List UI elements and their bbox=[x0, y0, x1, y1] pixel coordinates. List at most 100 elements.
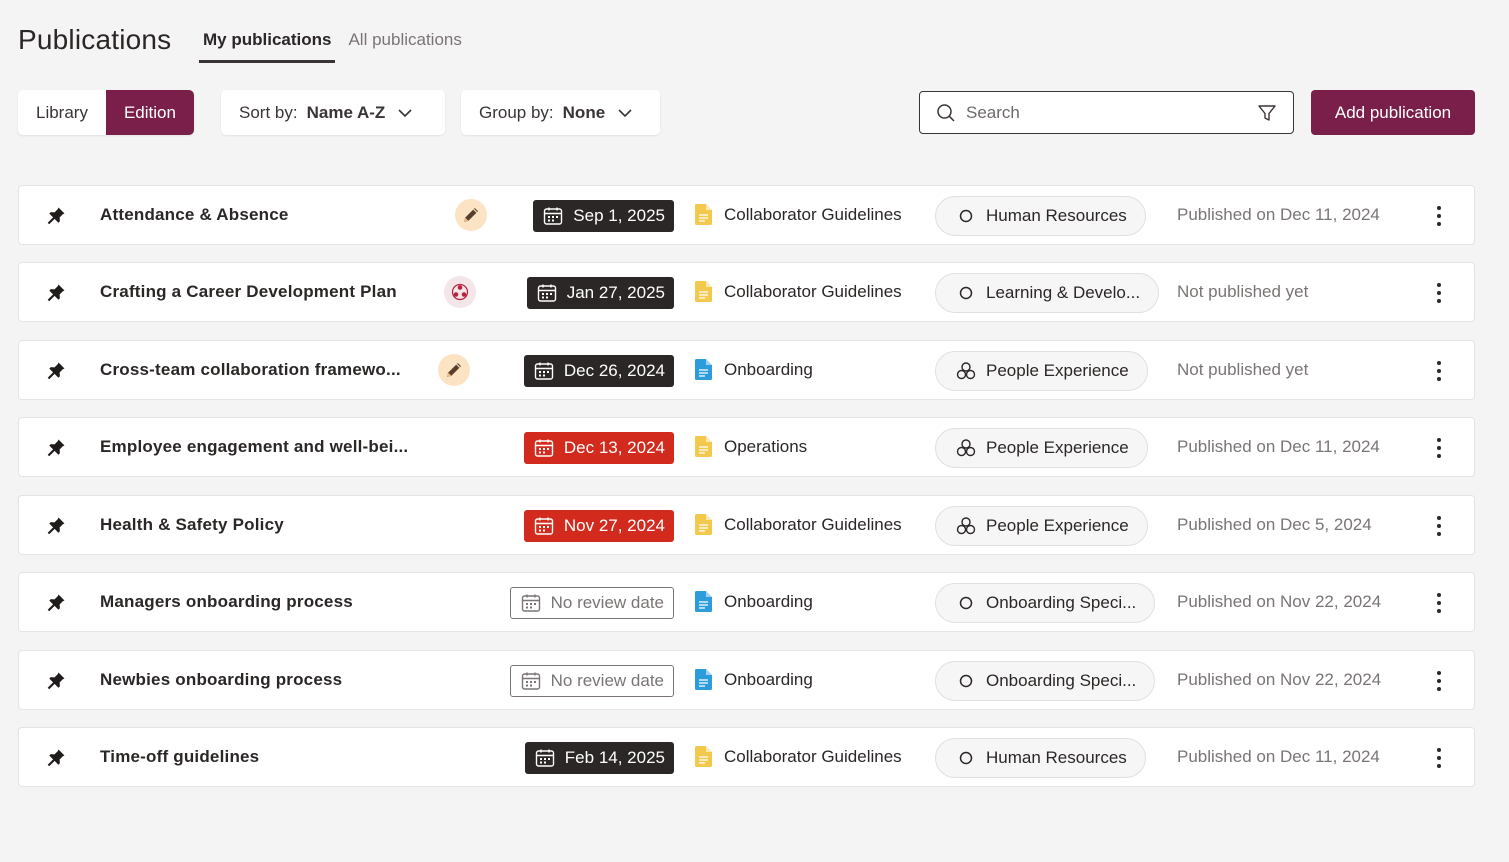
circle-icon bbox=[956, 283, 976, 303]
publication-status: Published on Nov 22, 2024 bbox=[1177, 670, 1382, 689]
audience-label: Human Resources bbox=[986, 748, 1127, 767]
people-icon bbox=[956, 516, 976, 536]
review-date: Jan 27, 2025 bbox=[566, 283, 665, 302]
document-icon bbox=[695, 746, 712, 767]
document-icon bbox=[695, 591, 712, 612]
pin-icon[interactable] bbox=[46, 748, 66, 768]
audience-chip[interactable]: Human Resources bbox=[935, 196, 1146, 236]
more-options-icon[interactable] bbox=[1426, 203, 1452, 229]
document-icon bbox=[695, 436, 712, 457]
publication-status: Not published yet bbox=[1177, 360, 1309, 379]
publication-title[interactable]: Attendance & Absence bbox=[100, 186, 289, 244]
review-date: Nov 27, 2024 bbox=[563, 516, 665, 535]
circle-icon bbox=[956, 748, 976, 768]
group-label: Group by: bbox=[479, 102, 554, 122]
more-options-icon[interactable] bbox=[1426, 358, 1452, 384]
publication-status: Published on Dec 11, 2024 bbox=[1177, 747, 1380, 766]
document-icon bbox=[695, 669, 712, 690]
page-title: Publications bbox=[18, 24, 172, 55]
pin-icon[interactable] bbox=[46, 206, 66, 226]
audience-chip[interactable]: People Experience bbox=[935, 351, 1148, 391]
group-value: None bbox=[562, 102, 606, 122]
more-options-icon[interactable] bbox=[1426, 590, 1452, 616]
filter-icon[interactable] bbox=[1257, 103, 1277, 123]
publication-status: Not published yet bbox=[1177, 282, 1309, 301]
more-options-icon[interactable] bbox=[1426, 513, 1452, 539]
review-date: No review date bbox=[550, 671, 664, 690]
pin-icon[interactable] bbox=[46, 593, 66, 613]
tab-all-publications[interactable]: All publications bbox=[344, 30, 465, 63]
table-row[interactable]: Time-off guidelines Feb 14, 2025 Collabora… bbox=[18, 727, 1475, 787]
calendar-icon bbox=[521, 671, 541, 691]
publication-title[interactable]: Cross-team collaboration framewo... bbox=[100, 341, 401, 399]
more-options-icon[interactable] bbox=[1426, 668, 1452, 694]
pin-icon[interactable] bbox=[46, 438, 66, 458]
circle-icon bbox=[956, 206, 976, 226]
calendar-icon bbox=[521, 593, 541, 613]
publication-title[interactable]: Time-off guidelines bbox=[100, 728, 259, 786]
audience-chip[interactable]: Human Resources bbox=[935, 738, 1146, 778]
table-row[interactable]: Employee engagement and well-bei... Dec 1… bbox=[18, 417, 1475, 477]
pencil-icon bbox=[438, 354, 470, 386]
sort-label: Sort by: bbox=[239, 102, 298, 122]
tab-my-publications[interactable]: My publications bbox=[199, 30, 336, 63]
publication-title[interactable]: Managers onboarding process bbox=[100, 573, 353, 631]
more-options-icon[interactable] bbox=[1426, 280, 1452, 306]
audience-chip[interactable]: People Experience bbox=[935, 428, 1148, 468]
add-publication-button[interactable]: Add publication bbox=[1311, 90, 1475, 135]
review-date-badge[interactable]: Jan 27, 2025 bbox=[526, 277, 674, 309]
collection-name: Collaborator Guidelines bbox=[724, 747, 902, 766]
audience-chip[interactable]: People Experience bbox=[935, 506, 1148, 546]
audience-chip[interactable]: Onboarding Speci... bbox=[935, 583, 1156, 623]
pin-icon[interactable] bbox=[46, 671, 66, 691]
review-date-badge[interactable]: Nov 27, 2024 bbox=[523, 510, 674, 542]
publication-title[interactable]: Crafting a Career Development Plan bbox=[100, 263, 397, 321]
review-date-badge[interactable]: Dec 26, 2024 bbox=[523, 355, 674, 387]
audience-label: Human Resources bbox=[986, 206, 1127, 225]
publication-status: Published on Nov 22, 2024 bbox=[1177, 592, 1382, 611]
collection-name: Collaborator Guidelines bbox=[724, 205, 902, 224]
table-row[interactable]: Crafting a Career Development Plan Jan 27… bbox=[18, 262, 1475, 322]
calendar-icon bbox=[543, 206, 563, 226]
audience-label: People Experience bbox=[986, 361, 1129, 380]
chevron-down-icon bbox=[618, 108, 632, 117]
collection-name: Onboarding bbox=[724, 360, 813, 379]
table-row[interactable]: Managers onboarding process No review dat… bbox=[18, 572, 1475, 632]
table-row[interactable]: Newbies onboarding process No review date… bbox=[18, 650, 1475, 710]
more-options-icon[interactable] bbox=[1426, 435, 1452, 461]
document-icon bbox=[695, 281, 712, 302]
publication-title[interactable]: Newbies onboarding process bbox=[100, 651, 342, 709]
publication-tabs: My publications All publications bbox=[199, 30, 475, 63]
people-icon bbox=[956, 438, 976, 458]
review-date-badge[interactable]: No review date bbox=[509, 665, 674, 697]
review-date-badge[interactable]: Dec 13, 2024 bbox=[523, 432, 674, 464]
search-input[interactable] bbox=[966, 102, 1257, 123]
sort-dropdown[interactable]: Sort by: Name A-Z bbox=[221, 90, 445, 135]
table-row[interactable]: Cross-team collaboration framewo... Dec 2… bbox=[18, 340, 1475, 400]
review-date-badge[interactable]: Sep 1, 2025 bbox=[533, 200, 674, 232]
edition-view-button[interactable]: Edition bbox=[105, 90, 194, 135]
publication-status: Published on Dec 5, 2024 bbox=[1177, 515, 1372, 534]
review-date-badge[interactable]: Feb 14, 2025 bbox=[524, 742, 674, 774]
audience-chip[interactable]: Onboarding Speci... bbox=[935, 661, 1156, 701]
group-dropdown[interactable]: Group by: None bbox=[461, 90, 660, 135]
chevron-down-icon bbox=[398, 108, 412, 117]
calendar-icon bbox=[535, 748, 555, 768]
library-view-button[interactable]: Library bbox=[18, 90, 106, 135]
audience-label: People Experience bbox=[986, 516, 1129, 535]
table-row[interactable]: Attendance & Absence Sep 1, 2025 Collabora… bbox=[18, 185, 1475, 245]
review-date: No review date bbox=[550, 593, 664, 612]
table-row[interactable]: Health & Safety Policy Nov 27, 2024 Collab… bbox=[18, 495, 1475, 555]
more-options-icon[interactable] bbox=[1426, 745, 1452, 771]
pin-icon[interactable] bbox=[46, 361, 66, 381]
pin-icon[interactable] bbox=[46, 283, 66, 303]
pin-icon[interactable] bbox=[46, 516, 66, 536]
review-date: Sep 1, 2025 bbox=[573, 206, 665, 225]
review-date-badge[interactable]: No review date bbox=[509, 587, 674, 619]
audience-chip[interactable]: Learning & Develo... bbox=[935, 273, 1160, 313]
toolbar: Library Edition Sort by: Name A-Z Group … bbox=[18, 90, 1475, 135]
publication-title[interactable]: Health & Safety Policy bbox=[100, 496, 284, 554]
publication-title[interactable]: Employee engagement and well-bei... bbox=[100, 418, 408, 476]
collection-name: Collaborator Guidelines bbox=[724, 515, 902, 534]
collection-name: Onboarding bbox=[724, 592, 813, 611]
